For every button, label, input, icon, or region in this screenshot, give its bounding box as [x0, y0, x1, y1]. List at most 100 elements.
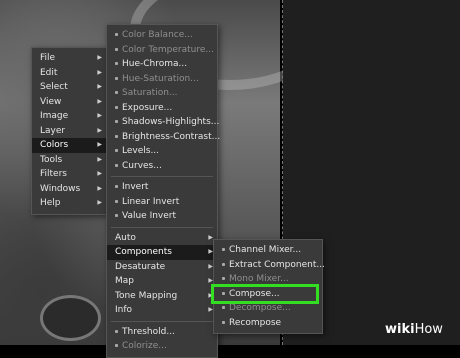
exposure-label: Exposure... [122, 102, 173, 113]
shadows-highlights-icon [115, 120, 118, 123]
submenu-arrow-icon: ▶ [97, 126, 102, 134]
color-temperature-item[interactable]: Color Temperature... [107, 43, 217, 58]
recompose-icon [222, 320, 225, 324]
colorize-icon [115, 344, 118, 347]
menu-tools[interactable]: Tools ▶ [32, 153, 106, 168]
shadows-highlights-item[interactable]: Shadows-Highlights... [107, 115, 220, 130]
colorize-label: Colorize... [122, 341, 167, 351]
menu-layer[interactable]: Layer ▶ [32, 124, 106, 139]
submenu-arrow-icon: ▶ [97, 155, 102, 163]
channel-mixer-icon [222, 248, 225, 251]
menu-separator [111, 176, 213, 177]
color-balance-item[interactable]: Color Balance... [107, 28, 217, 43]
channel-mixer-item[interactable]: Channel Mixer... [214, 243, 322, 258]
menu-image-label: Image [40, 111, 69, 121]
invert-item[interactable]: Invert [107, 180, 217, 195]
tone-mapping-item[interactable]: Tone Mapping ▶ [107, 289, 217, 304]
levels-item[interactable]: Levels... [107, 144, 217, 159]
saturation-item[interactable]: Saturation... [107, 86, 217, 101]
menu-image[interactable]: Image ▶ [32, 109, 106, 124]
desaturate-label: Desaturate [115, 261, 166, 272]
levels-icon [115, 149, 118, 152]
hat [40, 295, 101, 341]
threshold-item[interactable]: Threshold... [107, 325, 217, 340]
colorize-item[interactable]: Colorize... [107, 339, 217, 354]
menu-select-label: Select [40, 82, 68, 92]
color-balance-label: Color Balance... [122, 30, 193, 40]
menu-view-label: View [40, 96, 62, 107]
color-balance-icon [115, 33, 118, 36]
channel-mixer-label: Channel Mixer... [229, 245, 302, 255]
hue-chroma-label: Hue-Chroma... [122, 59, 188, 69]
linear-invert-label: Linear Invert [122, 196, 180, 207]
watermark-how: How [414, 322, 443, 337]
color-temperature-icon [115, 47, 118, 51]
exposure-icon [115, 105, 118, 109]
exposure-item[interactable]: Exposure... [107, 101, 217, 116]
menu-windows-label: Windows [40, 183, 81, 194]
menu-view[interactable]: View ▶ [32, 95, 106, 110]
menu-separator [111, 226, 213, 228]
recompose-label: Recompose [229, 317, 282, 328]
tone-mapping-label: Tone Mapping [115, 290, 178, 301]
shadows-highlights-label: Shadows-Highlights... [122, 117, 220, 127]
brightness-contrast-icon [115, 134, 118, 138]
value-invert-item[interactable]: Value Invert [107, 209, 217, 224]
menu-edit-label: Edit [40, 67, 58, 78]
submenu-arrow-icon: ▶ [97, 97, 102, 105]
hue-saturation-item[interactable]: Hue-Saturation... [107, 72, 217, 87]
curves-item[interactable]: Curves... [107, 159, 217, 174]
mono-mixer-icon [222, 277, 225, 280]
brightness-contrast-label: Brightness-Contrast... [122, 131, 221, 142]
menu-help[interactable]: Help ▶ [32, 196, 106, 211]
extract-component-item[interactable]: Extract Component... [214, 258, 325, 273]
linear-invert-item[interactable]: Linear Invert [107, 195, 217, 210]
menu-file[interactable]: File ▶ [32, 51, 106, 66]
map-item[interactable]: Map ▶ [107, 274, 217, 289]
menu-filters-label: Filters [40, 169, 67, 179]
menu-colors[interactable]: Colors ▶ [32, 138, 106, 153]
auto-item[interactable]: Auto ▶ [107, 231, 217, 246]
menu-edit[interactable]: Edit ▶ [32, 66, 106, 81]
saturation-label: Saturation... [122, 88, 178, 98]
curves-label: Curves... [122, 160, 162, 171]
hue-saturation-icon [115, 76, 118, 80]
desaturate-item[interactable]: Desaturate ▶ [107, 260, 217, 275]
info-item[interactable]: Info ▶ [107, 303, 217, 318]
invert-icon [115, 185, 118, 188]
decompose-icon [222, 306, 225, 309]
menu-separator [111, 320, 213, 322]
wikihow-watermark: wikiHow [385, 322, 443, 337]
components-label: Components [115, 247, 172, 257]
saturation-icon [115, 91, 118, 94]
info-label: Info [115, 305, 133, 315]
extract-component-icon [222, 262, 225, 266]
submenu-arrow-icon: ▶ [97, 83, 102, 90]
menu-select[interactable]: Select ▶ [32, 80, 106, 95]
map-label: Map [115, 276, 134, 286]
menu-windows[interactable]: Windows ▶ [32, 182, 106, 197]
recompose-item[interactable]: Recompose [214, 316, 322, 331]
value-invert-icon [115, 214, 118, 217]
submenu-arrow-icon: ▶ [97, 68, 102, 76]
menu-layer-label: Layer [40, 125, 66, 136]
brightness-contrast-item[interactable]: Brightness-Contrast... [107, 130, 221, 145]
submenu-arrow-icon: ▶ [97, 184, 102, 192]
watermark-wiki: wiki [385, 322, 415, 337]
menu-file-label: File [40, 53, 56, 63]
menu-filters[interactable]: Filters ▶ [32, 167, 106, 182]
linear-invert-icon [115, 199, 118, 203]
menu-help-label: Help [40, 198, 61, 208]
components-item[interactable]: Components ▶ [107, 245, 217, 260]
menu-colors-label: Colors [40, 140, 69, 150]
submenu-arrow-icon: ▶ [97, 112, 102, 119]
menu-tools-label: Tools [40, 154, 63, 165]
threshold-icon [115, 329, 118, 333]
submenu-arrow-icon: ▶ [97, 54, 102, 61]
color-temperature-label: Color Temperature... [122, 44, 214, 55]
mono-mixer-label: Mono Mixer... [229, 274, 289, 284]
hue-chroma-item[interactable]: Hue-Chroma... [107, 57, 217, 72]
threshold-label: Threshold... [122, 326, 175, 337]
extract-component-label: Extract Component... [229, 259, 325, 270]
invert-label: Invert [122, 182, 149, 192]
